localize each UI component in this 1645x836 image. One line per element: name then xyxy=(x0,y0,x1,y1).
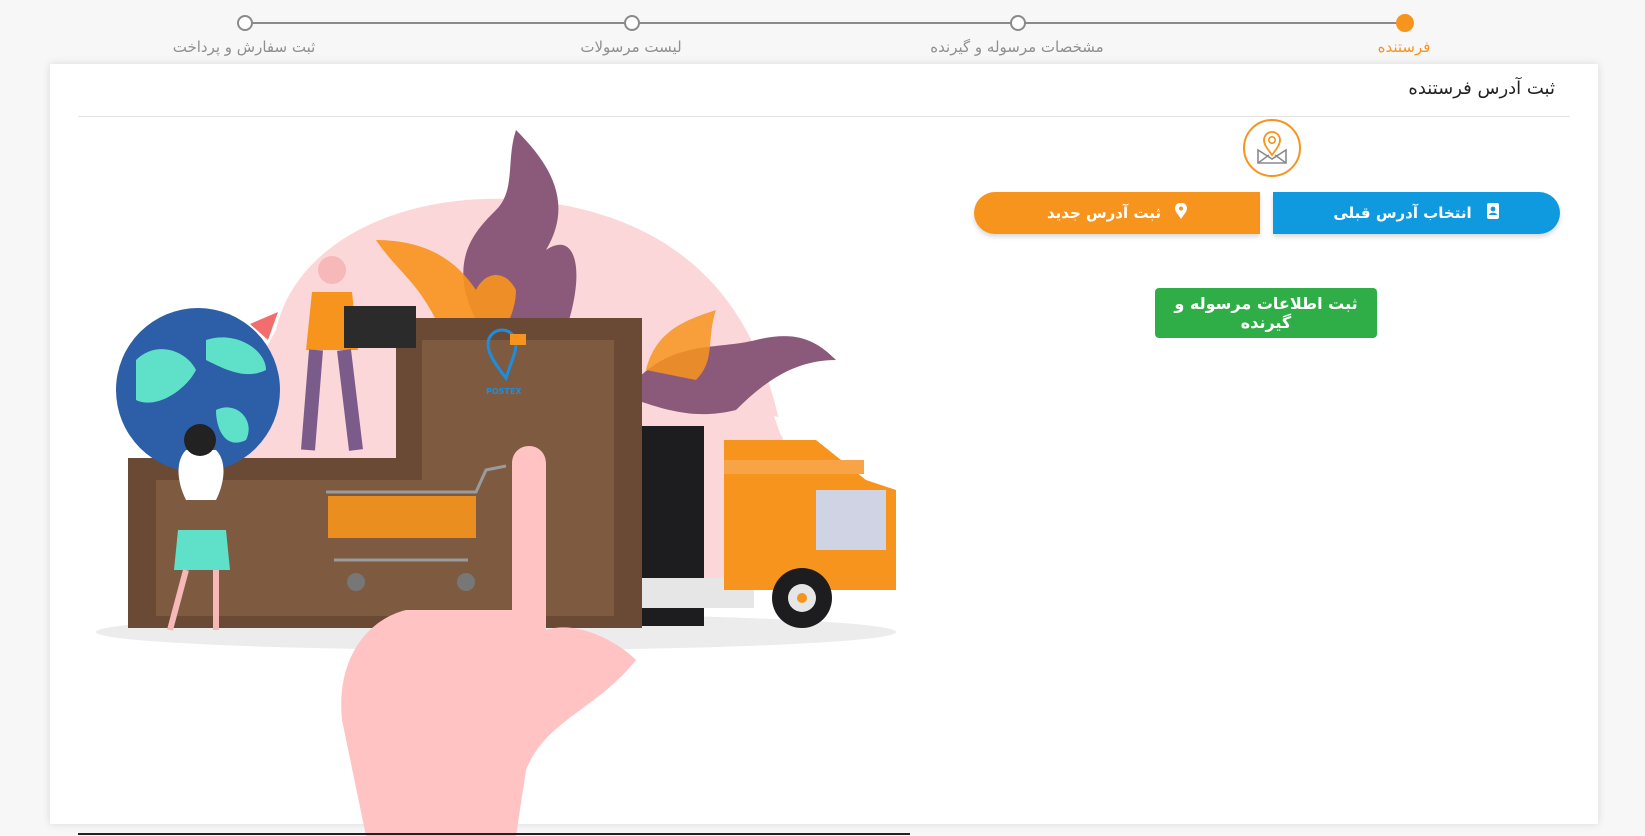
card-title: ثبت آدرس فرستنده xyxy=(1408,78,1555,99)
step-parcel-details-dot xyxy=(1010,15,1026,31)
sender-address-card: ثبت آدرس فرستنده انتخاب آدرس قبلی ثبت آد… xyxy=(50,64,1598,836)
delivery-illustration: POSTEX xyxy=(96,130,896,836)
submit-parcel-info-button[interactable]: ثبت اطلاعات مرسوله و گیرنده xyxy=(1155,288,1377,338)
decor-bubble xyxy=(652,281,696,325)
decor-bubble-small xyxy=(632,257,652,277)
progress-stepper: فرستنده مشخصات مرسوله و گیرنده لیست مرسو… xyxy=(0,0,1645,64)
step-sender-dot xyxy=(1396,14,1414,32)
truck-hub-center xyxy=(797,593,807,603)
select-previous-address-button[interactable]: انتخاب آدرس قبلی xyxy=(1273,192,1560,234)
postex-logo-text: POSTEX xyxy=(486,387,522,396)
select-previous-address-label: انتخاب آدرس قبلی xyxy=(1333,204,1472,222)
truck-window xyxy=(816,490,886,550)
location-marker-icon xyxy=(1175,202,1188,223)
step-parcel-details-label: مشخصات مرسوله و گیرنده xyxy=(930,38,1104,56)
map-pin-envelope-icon xyxy=(1243,119,1301,177)
step-parcel-list-dot xyxy=(624,15,640,31)
step-sender-label: فرستنده xyxy=(1377,38,1431,56)
step-order-payment-dot xyxy=(237,15,253,31)
step-order-payment-label: ثبت سفارش و پرداخت xyxy=(172,38,316,56)
address-book-icon xyxy=(1486,203,1500,223)
stepper-track xyxy=(243,22,1405,24)
card-divider xyxy=(78,116,1570,117)
register-new-address-button[interactable]: ثبت آدرس جدید xyxy=(974,192,1260,234)
step-parcel-list-label: لیست مرسولات xyxy=(580,38,682,56)
illustration-underline xyxy=(78,833,910,835)
truck-roof-trim xyxy=(724,460,864,474)
submit-parcel-info-label: ثبت اطلاعات مرسوله و گیرنده xyxy=(1174,294,1358,332)
register-new-address-label: ثبت آدرس جدید xyxy=(1046,204,1162,222)
